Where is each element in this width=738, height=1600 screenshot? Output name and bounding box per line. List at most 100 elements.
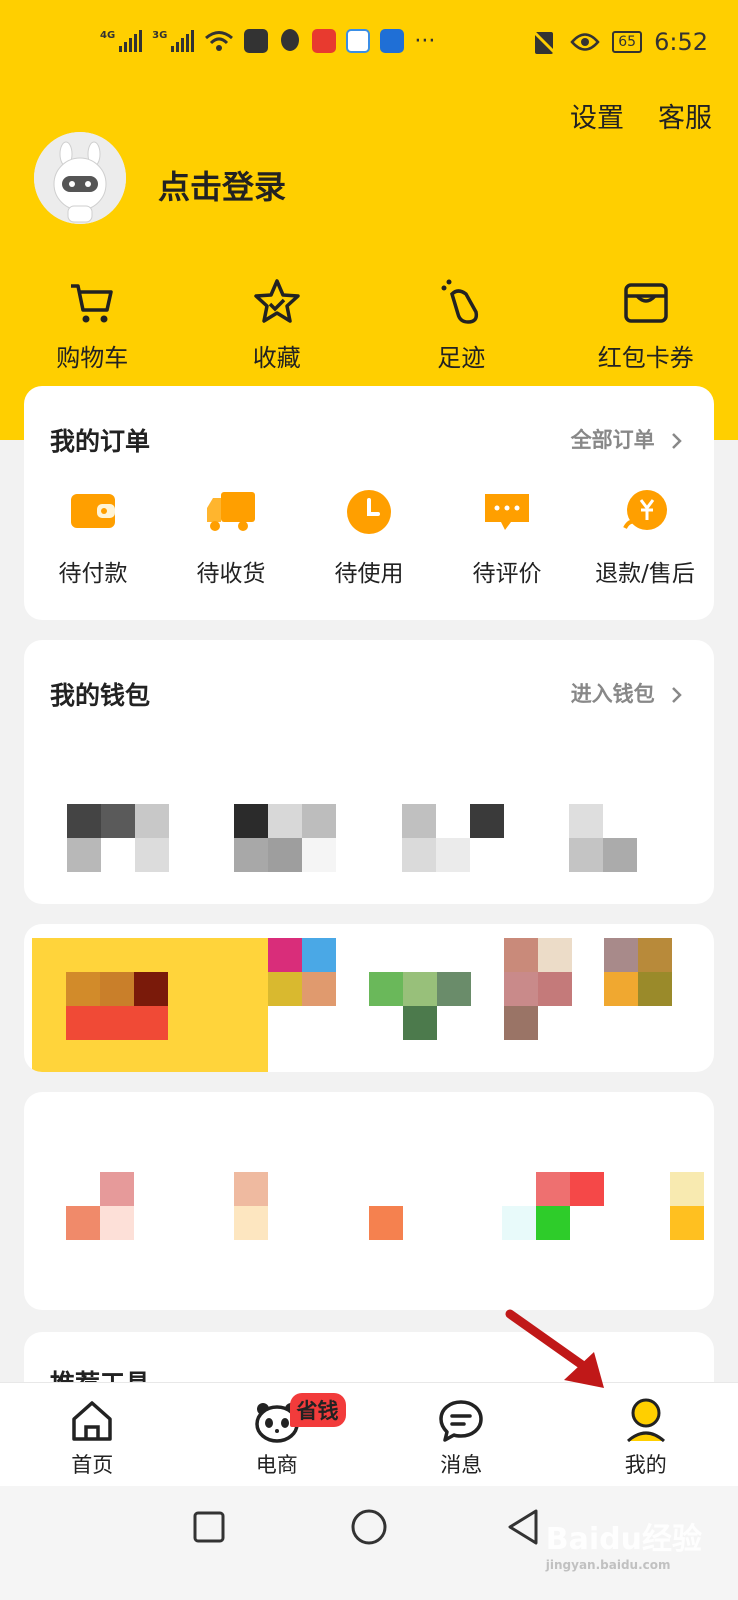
message-icon [439,1400,483,1442]
tab-label: 首页 [71,1453,114,1477]
orders-card: 我的订单 全部订单 待付款 待收货 待使用 待评价 退款/售后 [24,386,714,620]
clock: 6:52 [654,28,708,56]
order-pending-use[interactable]: 待使用 [300,486,438,588]
wallet-card-icon [624,283,668,323]
home-circle-icon[interactable] [350,1508,388,1546]
header-links: 设置 客服 [570,96,712,135]
banner-pixel [638,938,672,972]
clock-icon [347,490,391,534]
app-notification-icon [312,29,337,53]
order-label: 退款/售后 [595,561,695,587]
tab-label: 消息 [440,1453,483,1477]
service-pixel [670,1172,704,1206]
banner-pixel [302,938,336,972]
shortcut-label: 红包卡券 [597,344,694,372]
services-card [24,1092,714,1310]
refund-icon [623,490,667,530]
wallet-icon [71,494,115,528]
system-navigation-bar: Baidu经验 jingyan.baidu.com [0,1486,738,1600]
shortcut-favorites[interactable]: 收藏 [185,276,370,373]
battery-indicator: 65 [612,31,643,53]
service-pixel [670,1206,704,1240]
banner-pixel [403,972,437,1006]
watermark: Baidu经验 jingyan.baidu.com [545,1522,702,1572]
order-pending-payment[interactable]: 待付款 [24,486,162,588]
savings-badge: 省钱 [289,1393,346,1427]
orders-title: 我的订单 [50,427,151,456]
blurred-wallet-item [234,804,336,872]
network-type-1: 4G [100,30,116,41]
signal-icon: 3G [152,30,195,52]
wifi-icon [205,31,234,51]
service-pixel [536,1206,570,1240]
tab-ecommerce[interactable]: 电商 省钱 [185,1383,370,1486]
tab-label: 电商 [255,1453,298,1477]
banner-pixel [504,972,538,1006]
promo-banner[interactable] [24,924,714,1072]
order-label: 待收货 [196,561,266,587]
back-triangle-icon[interactable] [506,1508,540,1546]
chevron-right-icon [672,687,682,703]
tab-home[interactable]: 首页 [0,1383,185,1486]
banner-image-blurred [32,938,268,1072]
blurred-wallet-item [569,804,671,872]
tab-label: 我的 [624,1453,667,1477]
order-pending-receipt[interactable]: 待收货 [162,486,300,588]
wallet-card: 我的钱包 进入钱包 [24,640,714,904]
profile-icon [626,1398,665,1443]
footprint-icon [441,279,479,324]
more-notifications-icon: ··· [414,28,436,54]
banner-pixel [538,972,572,1006]
truck-icon [207,492,255,531]
app-notification-icon [244,29,269,53]
order-status-row: 待付款 待收货 待使用 待评价 退款/售后 [24,486,714,588]
comment-icon [485,494,529,530]
robot-avatar-icon [34,132,126,224]
shortcut-label: 收藏 [252,344,301,372]
service-pixel [536,1172,570,1206]
service-pixel [234,1206,268,1240]
shortcut-coupons[interactable]: 红包卡券 [554,276,738,373]
qq-icon [281,29,300,51]
annotation-arrow [505,1309,604,1388]
order-refund[interactable]: 退款/售后 [576,486,714,588]
order-pending-review[interactable]: 待评价 [438,486,576,588]
blurred-wallet-item [67,804,169,872]
star-icon [254,279,300,323]
shortcut-cart[interactable]: 购物车 [0,276,185,373]
avatar[interactable] [34,132,126,224]
all-orders-link[interactable]: 全部订单 [571,424,684,454]
banner-pixel [302,972,336,1006]
login-button[interactable]: 点击登录 [158,162,286,208]
enter-wallet-link[interactable]: 进入钱包 [571,678,684,708]
customer-service-link[interactable]: 客服 [658,96,712,135]
banner-pixel [504,1006,538,1040]
service-pixel [66,1206,100,1240]
banner-pixel [437,972,471,1006]
shortcut-label: 购物车 [56,344,129,372]
banner-pixel [504,938,538,972]
blurred-wallet-item [402,804,504,872]
shortcut-footprint[interactable]: 足迹 [369,276,554,373]
banner-pixel [268,972,302,1006]
network-type-2: 3G [152,30,168,41]
order-label: 待付款 [58,561,128,587]
tab-messages[interactable]: 消息 [369,1383,554,1486]
status-bar: 4G 3G ··· 65 6:52 [0,0,738,90]
service-pixel [570,1172,604,1206]
settings-link[interactable]: 设置 [570,96,624,135]
recent-apps-icon[interactable] [192,1510,226,1544]
app-notification-icon [380,29,405,53]
order-label: 待评价 [472,561,542,587]
service-pixel [100,1172,134,1206]
order-label: 待使用 [334,561,404,587]
cart-icon [71,284,113,323]
banner-pixel [403,1006,437,1040]
banner-pixel [538,938,572,972]
shortcut-row: 购物车 收藏 足迹 红包卡券 [0,276,738,373]
tab-mine[interactable]: 我的 [554,1383,738,1486]
banner-pixel [604,938,638,972]
shortcut-label: 足迹 [437,344,486,372]
banner-pixel [369,972,403,1006]
browser-icon [346,29,371,53]
